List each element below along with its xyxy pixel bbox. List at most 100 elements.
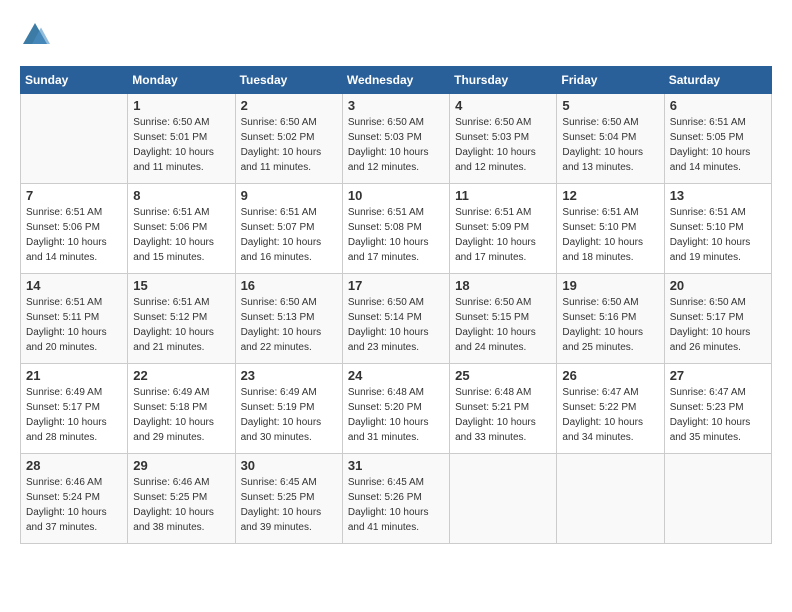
day-number: 7 <box>26 188 122 203</box>
calendar-cell <box>21 94 128 184</box>
calendar-cell: 6 Sunrise: 6:51 AM Sunset: 5:05 PM Dayli… <box>664 94 771 184</box>
day-number: 18 <box>455 278 551 293</box>
calendar-cell: 25 Sunrise: 6:48 AM Sunset: 5:21 PM Dayl… <box>450 364 557 454</box>
day-info: Sunrise: 6:46 AM Sunset: 5:25 PM Dayligh… <box>133 475 229 535</box>
calendar-cell <box>450 454 557 544</box>
header-day-friday: Friday <box>557 67 664 94</box>
day-info: Sunrise: 6:45 AM Sunset: 5:26 PM Dayligh… <box>348 475 444 535</box>
day-info: Sunrise: 6:49 AM Sunset: 5:19 PM Dayligh… <box>241 385 337 445</box>
calendar-header: SundayMondayTuesdayWednesdayThursdayFrid… <box>21 67 772 94</box>
day-number: 28 <box>26 458 122 473</box>
calendar-cell: 16 Sunrise: 6:50 AM Sunset: 5:13 PM Dayl… <box>235 274 342 364</box>
day-info: Sunrise: 6:51 AM Sunset: 5:10 PM Dayligh… <box>670 205 766 265</box>
day-info: Sunrise: 6:50 AM Sunset: 5:03 PM Dayligh… <box>455 115 551 175</box>
day-info: Sunrise: 6:51 AM Sunset: 5:10 PM Dayligh… <box>562 205 658 265</box>
day-info: Sunrise: 6:47 AM Sunset: 5:23 PM Dayligh… <box>670 385 766 445</box>
day-info: Sunrise: 6:51 AM Sunset: 5:06 PM Dayligh… <box>26 205 122 265</box>
calendar-cell: 13 Sunrise: 6:51 AM Sunset: 5:10 PM Dayl… <box>664 184 771 274</box>
calendar-cell: 23 Sunrise: 6:49 AM Sunset: 5:19 PM Dayl… <box>235 364 342 454</box>
day-info: Sunrise: 6:50 AM Sunset: 5:15 PM Dayligh… <box>455 295 551 355</box>
calendar-cell: 30 Sunrise: 6:45 AM Sunset: 5:25 PM Dayl… <box>235 454 342 544</box>
calendar-cell: 18 Sunrise: 6:50 AM Sunset: 5:15 PM Dayl… <box>450 274 557 364</box>
calendar-cell: 20 Sunrise: 6:50 AM Sunset: 5:17 PM Dayl… <box>664 274 771 364</box>
day-info: Sunrise: 6:50 AM Sunset: 5:14 PM Dayligh… <box>348 295 444 355</box>
day-number: 4 <box>455 98 551 113</box>
week-row-2: 7 Sunrise: 6:51 AM Sunset: 5:06 PM Dayli… <box>21 184 772 274</box>
day-number: 13 <box>670 188 766 203</box>
day-number: 6 <box>670 98 766 113</box>
calendar-cell: 22 Sunrise: 6:49 AM Sunset: 5:18 PM Dayl… <box>128 364 235 454</box>
calendar-cell: 8 Sunrise: 6:51 AM Sunset: 5:06 PM Dayli… <box>128 184 235 274</box>
day-number: 14 <box>26 278 122 293</box>
day-number: 11 <box>455 188 551 203</box>
header-day-monday: Monday <box>128 67 235 94</box>
day-number: 21 <box>26 368 122 383</box>
calendar-cell: 29 Sunrise: 6:46 AM Sunset: 5:25 PM Dayl… <box>128 454 235 544</box>
day-number: 15 <box>133 278 229 293</box>
page-header <box>20 20 772 50</box>
day-number: 23 <box>241 368 337 383</box>
day-number: 27 <box>670 368 766 383</box>
day-number: 26 <box>562 368 658 383</box>
header-row: SundayMondayTuesdayWednesdayThursdayFrid… <box>21 67 772 94</box>
day-number: 31 <box>348 458 444 473</box>
calendar-cell: 31 Sunrise: 6:45 AM Sunset: 5:26 PM Dayl… <box>342 454 449 544</box>
day-number: 1 <box>133 98 229 113</box>
calendar-cell: 7 Sunrise: 6:51 AM Sunset: 5:06 PM Dayli… <box>21 184 128 274</box>
day-info: Sunrise: 6:50 AM Sunset: 5:13 PM Dayligh… <box>241 295 337 355</box>
calendar-cell: 28 Sunrise: 6:46 AM Sunset: 5:24 PM Dayl… <box>21 454 128 544</box>
day-number: 30 <box>241 458 337 473</box>
header-day-tuesday: Tuesday <box>235 67 342 94</box>
day-number: 16 <box>241 278 337 293</box>
day-number: 22 <box>133 368 229 383</box>
day-number: 24 <box>348 368 444 383</box>
day-info: Sunrise: 6:50 AM Sunset: 5:04 PM Dayligh… <box>562 115 658 175</box>
day-number: 9 <box>241 188 337 203</box>
day-info: Sunrise: 6:51 AM Sunset: 5:07 PM Dayligh… <box>241 205 337 265</box>
calendar-cell: 3 Sunrise: 6:50 AM Sunset: 5:03 PM Dayli… <box>342 94 449 184</box>
calendar-cell: 21 Sunrise: 6:49 AM Sunset: 5:17 PM Dayl… <box>21 364 128 454</box>
day-info: Sunrise: 6:51 AM Sunset: 5:05 PM Dayligh… <box>670 115 766 175</box>
day-info: Sunrise: 6:48 AM Sunset: 5:21 PM Dayligh… <box>455 385 551 445</box>
calendar-cell: 2 Sunrise: 6:50 AM Sunset: 5:02 PM Dayli… <box>235 94 342 184</box>
calendar-cell: 9 Sunrise: 6:51 AM Sunset: 5:07 PM Dayli… <box>235 184 342 274</box>
calendar-table: SundayMondayTuesdayWednesdayThursdayFrid… <box>20 66 772 544</box>
day-info: Sunrise: 6:47 AM Sunset: 5:22 PM Dayligh… <box>562 385 658 445</box>
day-number: 17 <box>348 278 444 293</box>
day-info: Sunrise: 6:49 AM Sunset: 5:18 PM Dayligh… <box>133 385 229 445</box>
day-info: Sunrise: 6:51 AM Sunset: 5:08 PM Dayligh… <box>348 205 444 265</box>
calendar-cell <box>557 454 664 544</box>
week-row-4: 21 Sunrise: 6:49 AM Sunset: 5:17 PM Dayl… <box>21 364 772 454</box>
day-number: 10 <box>348 188 444 203</box>
calendar-cell: 10 Sunrise: 6:51 AM Sunset: 5:08 PM Dayl… <box>342 184 449 274</box>
day-info: Sunrise: 6:51 AM Sunset: 5:09 PM Dayligh… <box>455 205 551 265</box>
day-info: Sunrise: 6:45 AM Sunset: 5:25 PM Dayligh… <box>241 475 337 535</box>
day-info: Sunrise: 6:50 AM Sunset: 5:17 PM Dayligh… <box>670 295 766 355</box>
day-info: Sunrise: 6:50 AM Sunset: 5:02 PM Dayligh… <box>241 115 337 175</box>
week-row-3: 14 Sunrise: 6:51 AM Sunset: 5:11 PM Dayl… <box>21 274 772 364</box>
calendar-cell: 1 Sunrise: 6:50 AM Sunset: 5:01 PM Dayli… <box>128 94 235 184</box>
day-info: Sunrise: 6:51 AM Sunset: 5:06 PM Dayligh… <box>133 205 229 265</box>
calendar-cell: 15 Sunrise: 6:51 AM Sunset: 5:12 PM Dayl… <box>128 274 235 364</box>
calendar-cell: 24 Sunrise: 6:48 AM Sunset: 5:20 PM Dayl… <box>342 364 449 454</box>
week-row-5: 28 Sunrise: 6:46 AM Sunset: 5:24 PM Dayl… <box>21 454 772 544</box>
day-info: Sunrise: 6:50 AM Sunset: 5:03 PM Dayligh… <box>348 115 444 175</box>
day-number: 20 <box>670 278 766 293</box>
calendar-cell: 4 Sunrise: 6:50 AM Sunset: 5:03 PM Dayli… <box>450 94 557 184</box>
calendar-cell: 5 Sunrise: 6:50 AM Sunset: 5:04 PM Dayli… <box>557 94 664 184</box>
day-number: 29 <box>133 458 229 473</box>
day-number: 8 <box>133 188 229 203</box>
day-number: 5 <box>562 98 658 113</box>
header-day-thursday: Thursday <box>450 67 557 94</box>
calendar-cell <box>664 454 771 544</box>
day-info: Sunrise: 6:49 AM Sunset: 5:17 PM Dayligh… <box>26 385 122 445</box>
calendar-cell: 12 Sunrise: 6:51 AM Sunset: 5:10 PM Dayl… <box>557 184 664 274</box>
calendar-cell: 26 Sunrise: 6:47 AM Sunset: 5:22 PM Dayl… <box>557 364 664 454</box>
logo-icon <box>20 20 50 50</box>
header-day-sunday: Sunday <box>21 67 128 94</box>
day-info: Sunrise: 6:48 AM Sunset: 5:20 PM Dayligh… <box>348 385 444 445</box>
calendar-cell: 27 Sunrise: 6:47 AM Sunset: 5:23 PM Dayl… <box>664 364 771 454</box>
week-row-1: 1 Sunrise: 6:50 AM Sunset: 5:01 PM Dayli… <box>21 94 772 184</box>
day-info: Sunrise: 6:51 AM Sunset: 5:11 PM Dayligh… <box>26 295 122 355</box>
day-number: 3 <box>348 98 444 113</box>
